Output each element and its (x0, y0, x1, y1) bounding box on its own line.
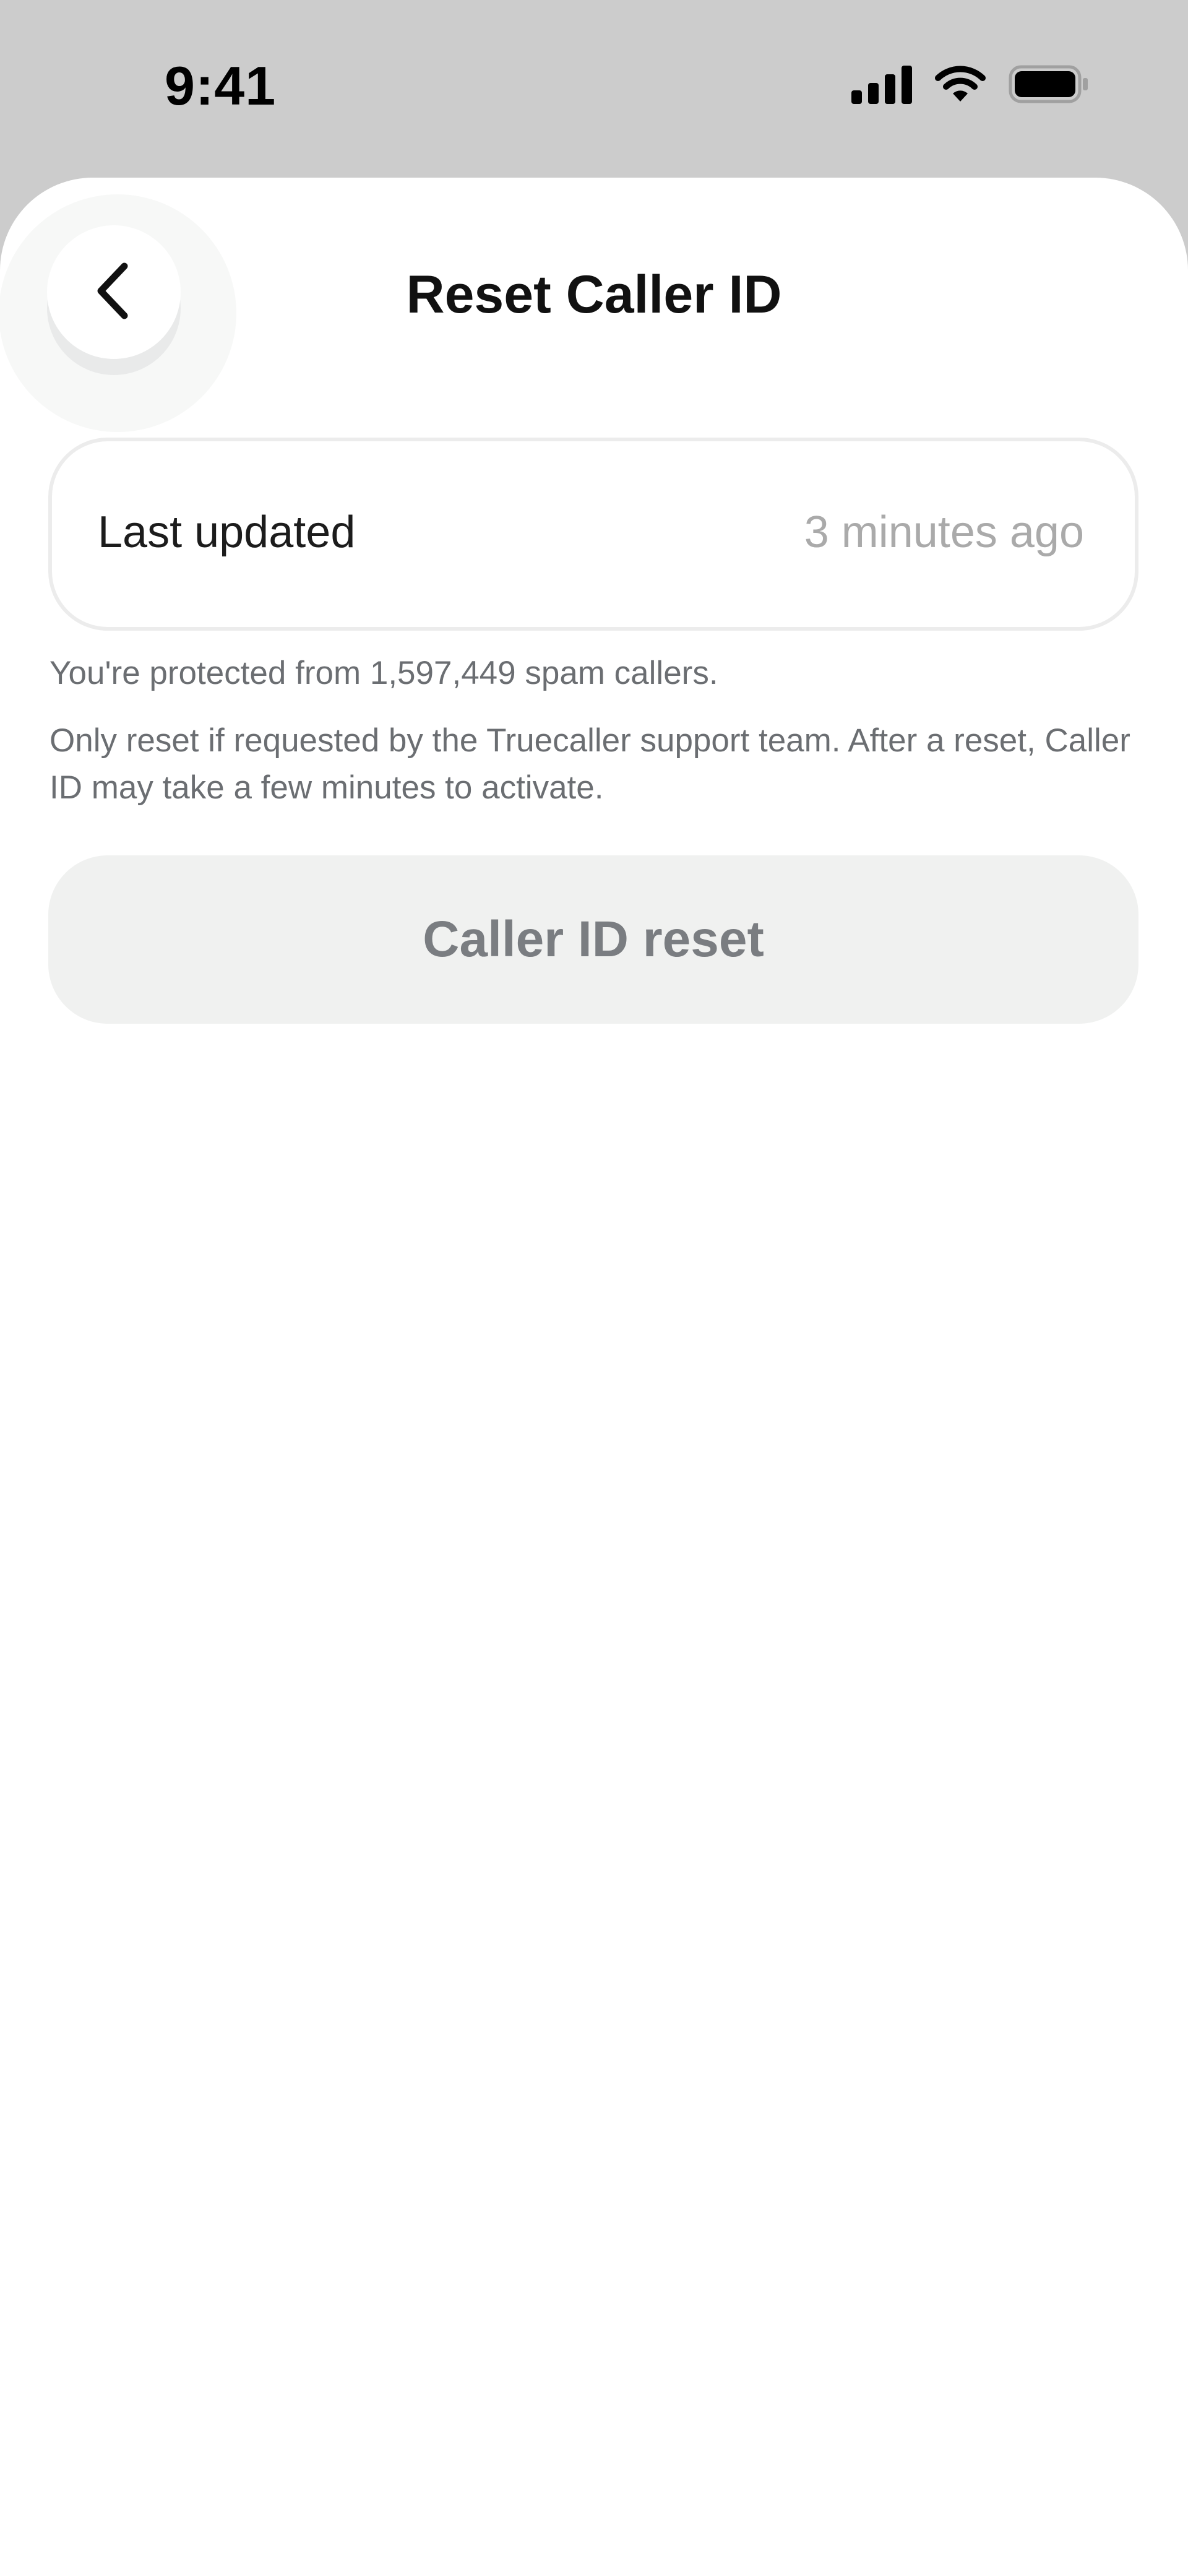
battery-icon (1009, 65, 1089, 106)
spam-protection-text: You're protected from 1,597,449 spam cal… (50, 655, 718, 691)
status-bar: 9:41 (0, 0, 1188, 179)
caller-id-reset-button[interactable]: Caller ID reset (48, 855, 1138, 1024)
reset-caller-id-sheet: Reset Caller ID Last updated 3 minutes a… (0, 178, 1188, 2576)
status-time: 9:41 (165, 55, 277, 116)
reset-description-text: Only reset if requested by the Truecalle… (50, 722, 1130, 806)
last-updated-label: Last updated (98, 508, 356, 557)
status-icons (851, 64, 1089, 107)
cellular-signal-icon (851, 64, 912, 107)
last-updated-card: Last updated 3 minutes ago (48, 438, 1138, 631)
page-title: Reset Caller ID (406, 265, 782, 324)
wifi-icon (933, 64, 988, 107)
last-updated-value: 3 minutes ago (804, 508, 1084, 557)
